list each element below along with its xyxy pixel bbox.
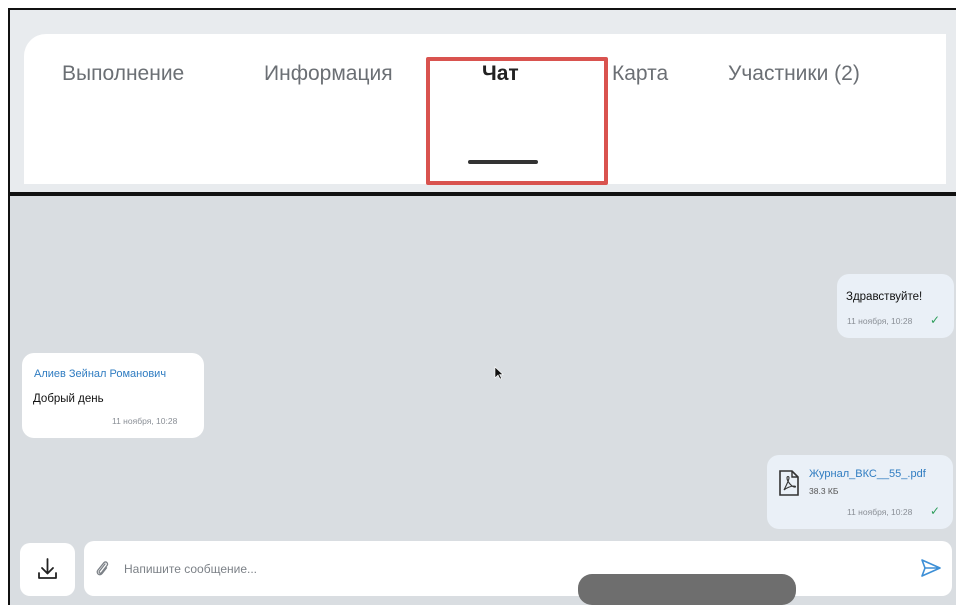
download-icon bbox=[38, 558, 57, 579]
tab-map[interactable]: Карта bbox=[612, 62, 668, 86]
sender-name[interactable]: Алиев Зейнал Романович bbox=[34, 368, 166, 380]
mouse-cursor-icon bbox=[494, 366, 504, 380]
message-time: 11 ноября, 10:28 bbox=[847, 316, 913, 326]
tab-information[interactable]: Информация bbox=[264, 62, 393, 86]
message-text: Добрый день bbox=[33, 393, 104, 405]
file-size: 38.3 КБ bbox=[809, 486, 839, 496]
send-icon[interactable] bbox=[920, 558, 942, 578]
redacted-overlay bbox=[578, 574, 796, 605]
message-bubble-outgoing bbox=[837, 274, 954, 338]
paperclip-icon[interactable] bbox=[95, 559, 109, 577]
download-button[interactable] bbox=[20, 543, 75, 596]
message-input-placeholder[interactable]: Напишите сообщение... bbox=[124, 562, 257, 576]
read-check-icon: ✓ bbox=[930, 504, 941, 518]
file-name-link[interactable]: Журнал_ВКС__55_.pdf bbox=[809, 468, 926, 480]
read-check-icon: ✓ bbox=[930, 313, 941, 327]
pdf-file-icon[interactable] bbox=[778, 470, 800, 496]
tab-execution[interactable]: Выполнение bbox=[62, 62, 184, 86]
message-time: 11 ноября, 10:28 bbox=[847, 507, 913, 517]
tab-participants[interactable]: Участники (2) bbox=[728, 62, 860, 86]
highlight-frame bbox=[426, 57, 608, 185]
message-time: 11 ноября, 10:28 bbox=[112, 416, 178, 426]
message-text: Здравствуйте! bbox=[846, 291, 923, 303]
